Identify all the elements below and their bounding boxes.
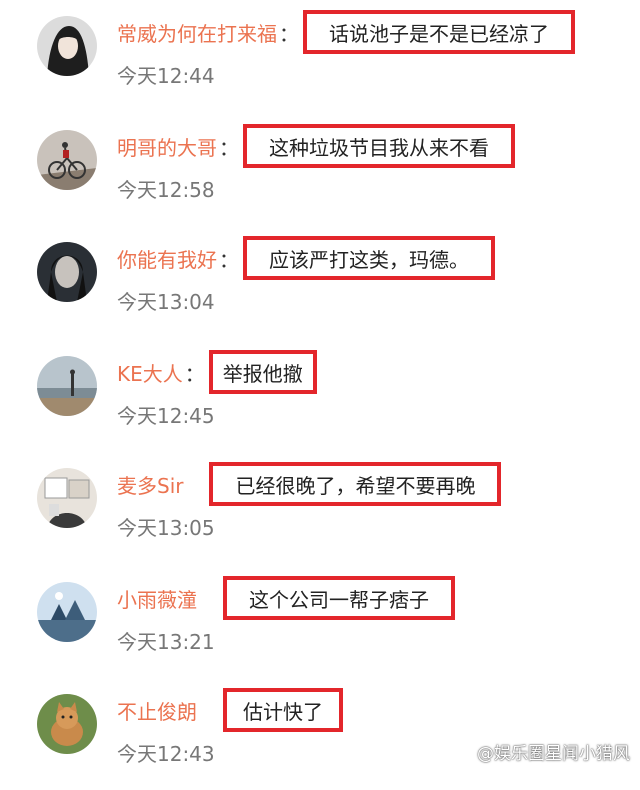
comment-text: 已经很晚了，希望不要再晚 bbox=[209, 462, 502, 506]
comment-time: 今天13:21 bbox=[117, 630, 215, 654]
comment-time: 今天12:44 bbox=[117, 64, 215, 88]
separator-colon: ： bbox=[279, 21, 299, 46]
watermark: @娱乐圈星闻小猎风 bbox=[457, 739, 630, 764]
separator-colon: ： bbox=[219, 247, 239, 272]
username[interactable]: 小雨薇潼 bbox=[117, 584, 197, 613]
avatar-image-icon bbox=[37, 468, 97, 528]
comment-item: 你能有我好 ： 应该严打这类，玛德。 今天13:04 bbox=[0, 226, 640, 338]
user-avatar[interactable] bbox=[37, 694, 97, 754]
comment-header: 不止俊朗 ： 估计快了 bbox=[117, 688, 343, 732]
username[interactable]: 明哥的大哥 bbox=[117, 132, 217, 161]
comment-text: 话说池子是不是已经凉了 bbox=[303, 10, 575, 54]
comment-item: 麦多Sir ： 已经很晚了，希望不要再晚 今天13:05 bbox=[0, 452, 640, 564]
username[interactable]: KE大人 bbox=[117, 358, 183, 387]
user-avatar[interactable] bbox=[37, 130, 97, 190]
username[interactable]: 麦多Sir bbox=[117, 470, 183, 499]
comment-item: KE大人 ： 举报他撤 今天12:45 bbox=[0, 340, 640, 452]
separator-colon: ： bbox=[219, 135, 239, 160]
comment-time: 今天13:05 bbox=[117, 516, 215, 540]
avatar-image-icon bbox=[37, 356, 97, 416]
avatar-image-icon bbox=[37, 582, 97, 642]
comment-time: 今天12:43 bbox=[117, 742, 215, 766]
comment-time: 今天13:04 bbox=[117, 290, 215, 314]
separator-colon: ： bbox=[184, 361, 205, 386]
avatar-image-icon bbox=[37, 16, 97, 76]
username[interactable]: 常威为何在打来福 bbox=[117, 18, 277, 47]
comment-item: 常威为何在打来福 ： 话说池子是不是已经凉了 今天12:44 bbox=[0, 0, 640, 112]
comment-text: 应该严打这类，玛德。 bbox=[243, 236, 495, 280]
watermark-text: @娱乐圈星闻小猎风 bbox=[477, 744, 630, 764]
username[interactable]: 不止俊朗 bbox=[117, 696, 197, 725]
comment-item: 小雨薇潼 ： 这个公司一帮子痞子 今天13:21 bbox=[0, 566, 640, 678]
comment-header: 常威为何在打来福 ： 话说池子是不是已经凉了 bbox=[117, 10, 575, 54]
comment-text: 举报他撤 bbox=[208, 350, 317, 394]
user-avatar[interactable] bbox=[37, 468, 97, 528]
user-avatar[interactable] bbox=[37, 582, 97, 642]
avatar-image-icon bbox=[37, 242, 97, 302]
comment-item: 明哥的大哥 ： 这种垃圾节目我从来不看 今天12:58 bbox=[0, 114, 640, 226]
comment-time: 今天12:45 bbox=[117, 404, 215, 428]
comment-header: 麦多Sir ： 已经很晚了，希望不要再晚 bbox=[117, 462, 502, 506]
avatar-image-icon bbox=[37, 694, 97, 754]
comment-header: 小雨薇潼 ： 这个公司一帮子痞子 bbox=[117, 576, 455, 620]
comment-header: 你能有我好 ： 应该严打这类，玛德。 bbox=[117, 236, 495, 280]
user-avatar[interactable] bbox=[37, 16, 97, 76]
username[interactable]: 你能有我好 bbox=[117, 244, 217, 273]
comment-text: 估计快了 bbox=[223, 688, 343, 732]
comment-text: 这种垃圾节目我从来不看 bbox=[243, 124, 515, 168]
user-avatar[interactable] bbox=[37, 242, 97, 302]
avatar-image-icon bbox=[37, 130, 97, 190]
comment-header: KE大人 ： 举报他撤 bbox=[117, 350, 317, 394]
comment-text: 这个公司一帮子痞子 bbox=[223, 576, 455, 620]
comment-item: 不止俊朗 ： 估计快了 今天12:43 bbox=[0, 678, 640, 790]
comment-header: 明哥的大哥 ： 这种垃圾节目我从来不看 bbox=[117, 124, 515, 168]
comment-time: 今天12:58 bbox=[117, 178, 215, 202]
user-avatar[interactable] bbox=[37, 356, 97, 416]
watermark-logo-icon bbox=[457, 744, 473, 759]
